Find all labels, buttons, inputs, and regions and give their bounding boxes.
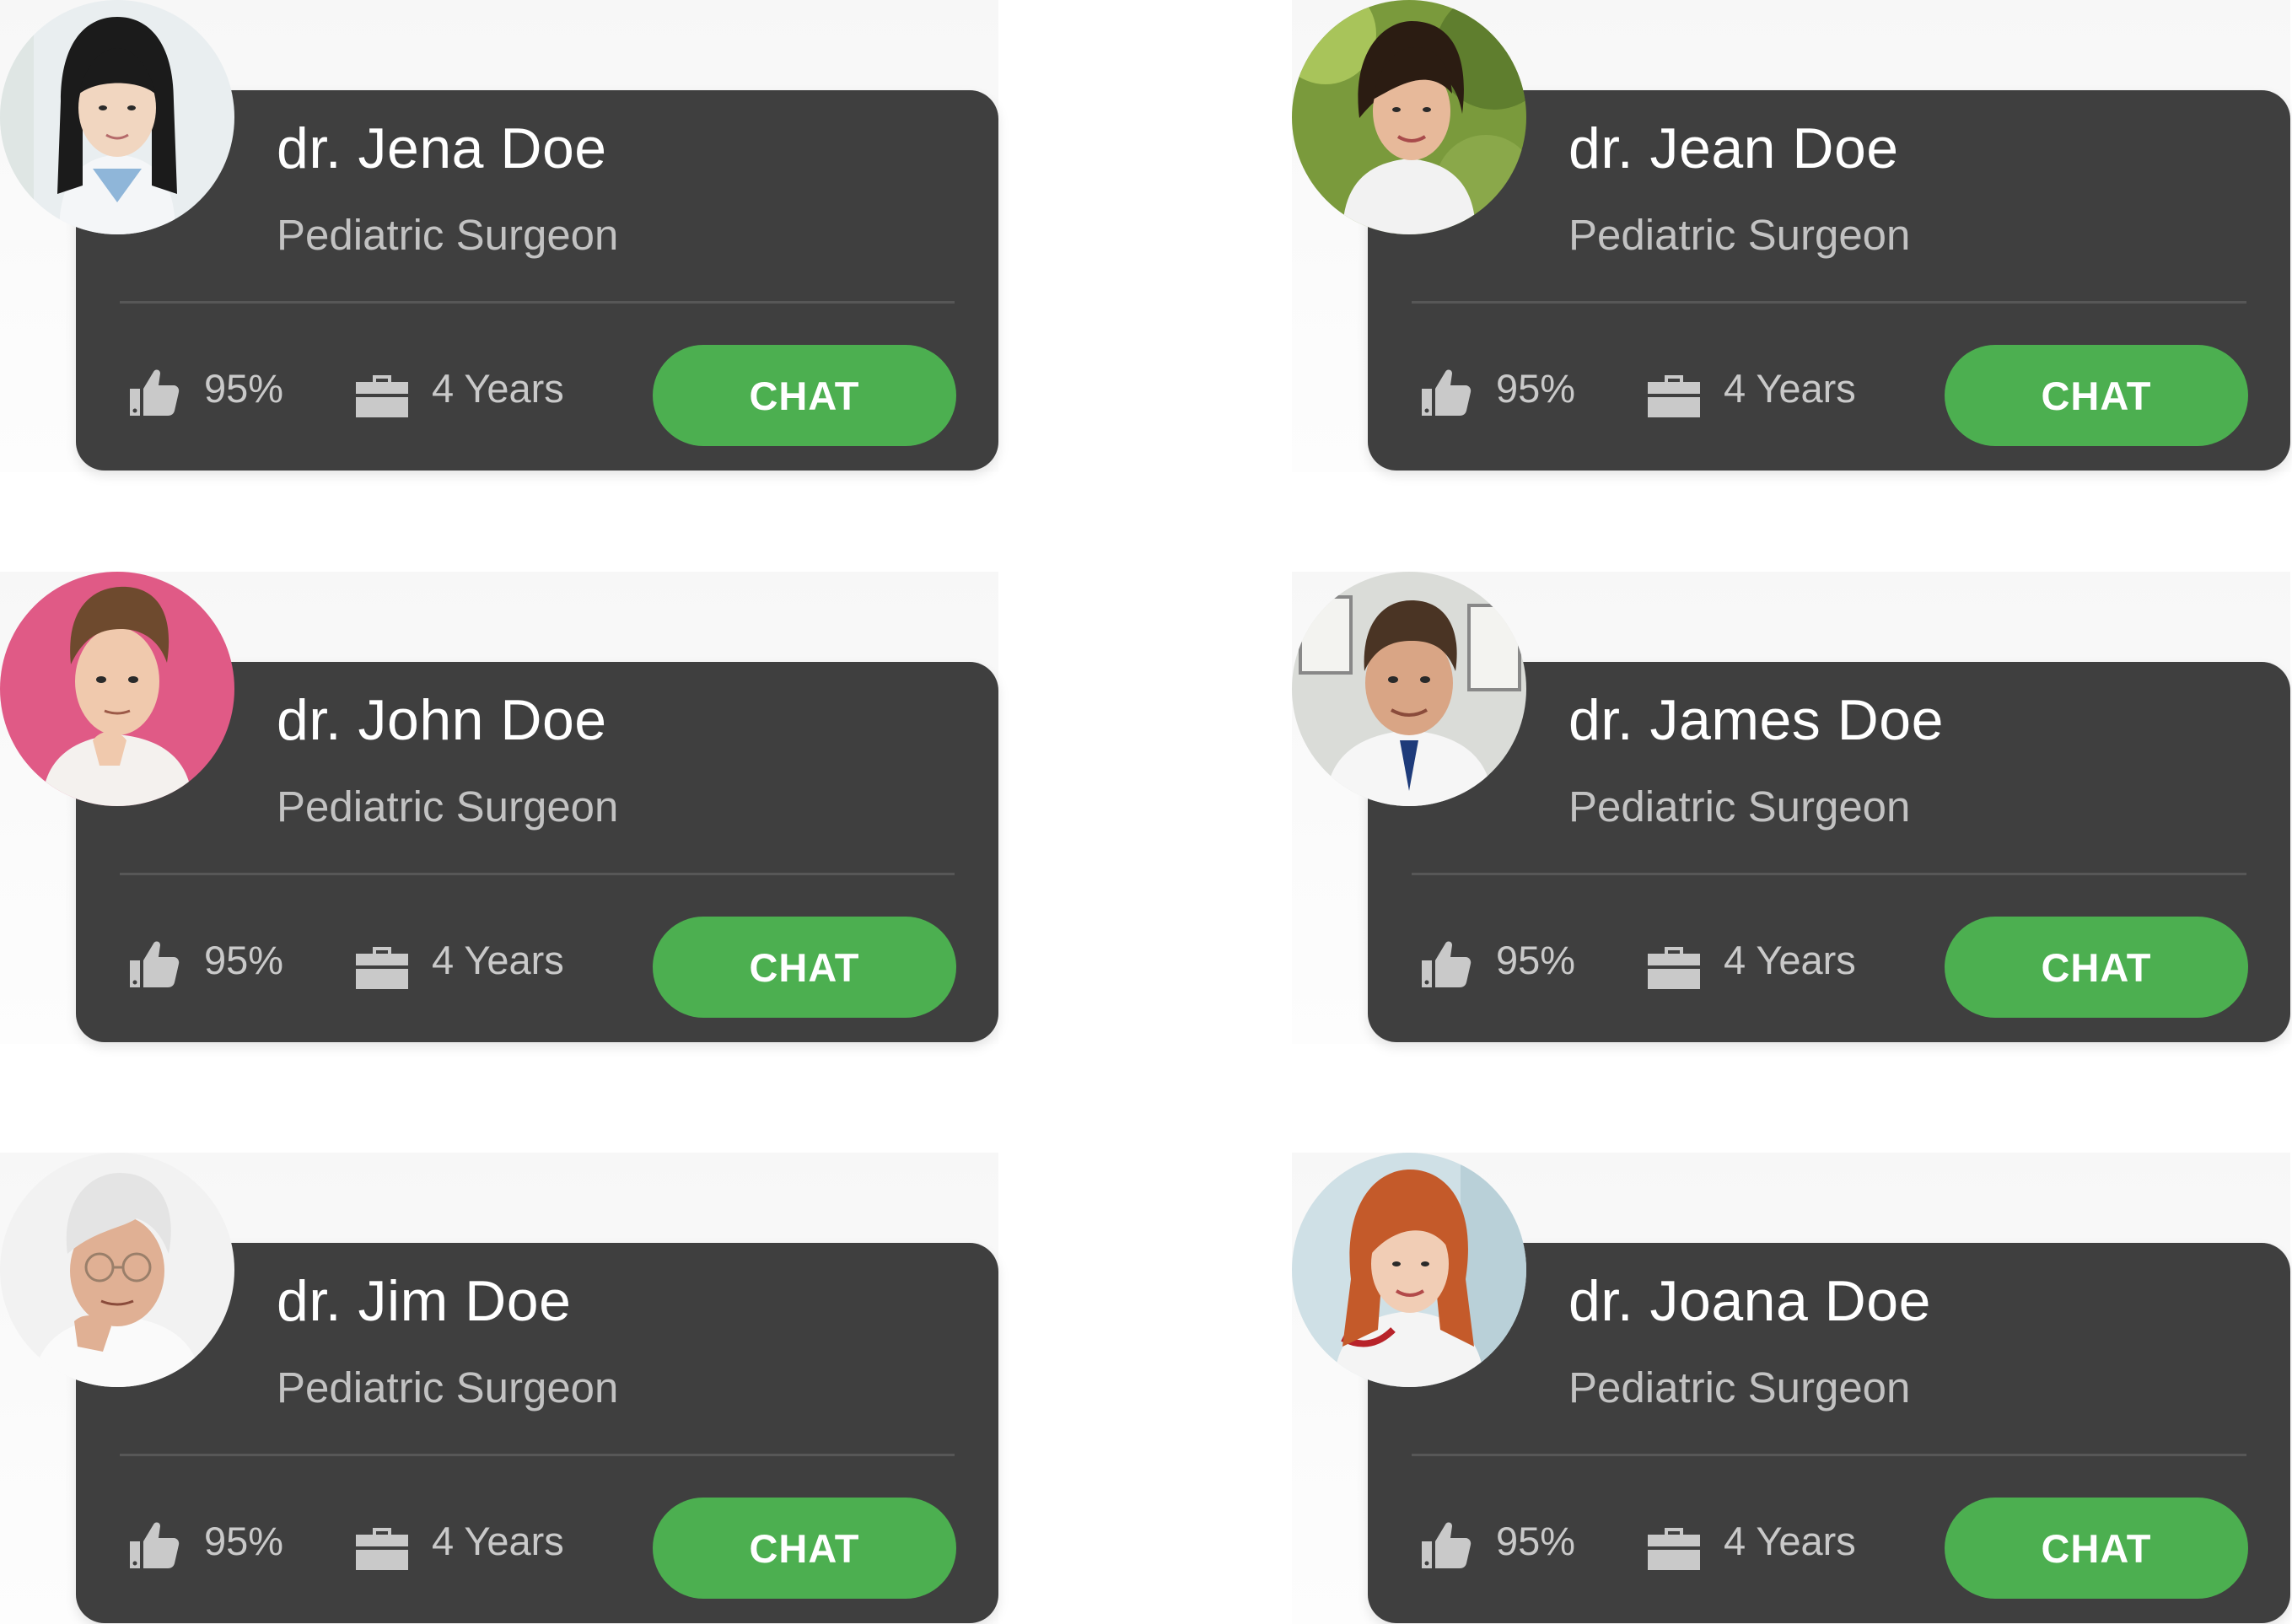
doctor-name: dr. Joana Doe — [1568, 1269, 1931, 1333]
doctor-name: dr. Jena Doe — [277, 116, 607, 180]
thumbs-up-icon — [1418, 935, 1474, 991]
thumbs-up-icon — [126, 935, 182, 991]
doctor-specialty: Pediatric Surgeon — [1568, 1363, 1911, 1412]
divider — [120, 1454, 955, 1456]
divider — [1412, 873, 2246, 875]
rating-value: 95% — [204, 938, 284, 982]
thumbs-up-icon — [126, 363, 182, 419]
rating-value: 95% — [204, 1519, 284, 1563]
doctor-avatar — [0, 0, 234, 234]
doctor-specialty: Pediatric Surgeon — [277, 782, 619, 831]
rating-value: 95% — [1496, 938, 1576, 982]
experience-value: 4 Years — [432, 1519, 564, 1563]
rating-value: 95% — [204, 366, 284, 411]
experience-value: 4 Years — [432, 938, 564, 982]
doctor-avatar — [0, 572, 234, 806]
doctor-name: dr. Jim Doe — [277, 1269, 572, 1333]
doctor-avatar — [1292, 1153, 1526, 1387]
doctor-name: dr. Jean Doe — [1568, 116, 1899, 180]
divider — [1412, 1454, 2246, 1456]
briefcase-icon — [1646, 1516, 1702, 1572]
doctor-card-grid: dr. Jena Doe Pediatric Surgeon 95% 4 Yea… — [0, 0, 2292, 1624]
briefcase-icon — [354, 363, 410, 419]
doctor-card: dr. Jena Doe Pediatric Surgeon 95% 4 Yea… — [0, 0, 998, 472]
doctor-name: dr. John Doe — [277, 688, 607, 752]
doctor-name: dr. James Doe — [1568, 688, 1944, 752]
doctor-card: dr. Jim Doe Pediatric Surgeon 95% 4 Year… — [0, 1153, 998, 1624]
thumbs-up-icon — [1418, 363, 1474, 419]
doctor-specialty: Pediatric Surgeon — [1568, 782, 1911, 831]
thumbs-up-icon — [1418, 1516, 1474, 1572]
divider — [120, 301, 955, 304]
doctor-card: dr. James Doe Pediatric Surgeon 95% 4 Ye… — [1292, 572, 2290, 1044]
doctor-avatar — [0, 1153, 234, 1387]
chat-button[interactable]: CHAT — [653, 1498, 956, 1599]
experience-value: 4 Years — [1724, 938, 1856, 982]
briefcase-icon — [1646, 935, 1702, 991]
doctor-specialty: Pediatric Surgeon — [277, 211, 619, 259]
experience-value: 4 Years — [432, 366, 564, 411]
divider — [120, 873, 955, 875]
experience-value: 4 Years — [1724, 1519, 1856, 1563]
doctor-card: dr. John Doe Pediatric Surgeon 95% 4 Yea… — [0, 572, 998, 1044]
chat-button[interactable]: CHAT — [1945, 917, 2248, 1018]
experience-value: 4 Years — [1724, 366, 1856, 411]
doctor-avatar — [1292, 572, 1526, 806]
briefcase-icon — [354, 1516, 410, 1572]
chat-button[interactable]: CHAT — [653, 917, 956, 1018]
doctor-card: dr. Joana Doe Pediatric Surgeon 95% 4 Ye… — [1292, 1153, 2290, 1624]
chat-button[interactable]: CHAT — [653, 345, 956, 446]
doctor-card: dr. Jean Doe Pediatric Surgeon 95% 4 Yea… — [1292, 0, 2290, 472]
doctor-specialty: Pediatric Surgeon — [277, 1363, 619, 1412]
thumbs-up-icon — [126, 1516, 182, 1572]
rating-value: 95% — [1496, 1519, 1576, 1563]
briefcase-icon — [354, 935, 410, 991]
doctor-specialty: Pediatric Surgeon — [1568, 211, 1911, 259]
chat-button[interactable]: CHAT — [1945, 1498, 2248, 1599]
divider — [1412, 301, 2246, 304]
briefcase-icon — [1646, 363, 1702, 419]
doctor-avatar — [1292, 0, 1526, 234]
chat-button[interactable]: CHAT — [1945, 345, 2248, 446]
rating-value: 95% — [1496, 366, 1576, 411]
